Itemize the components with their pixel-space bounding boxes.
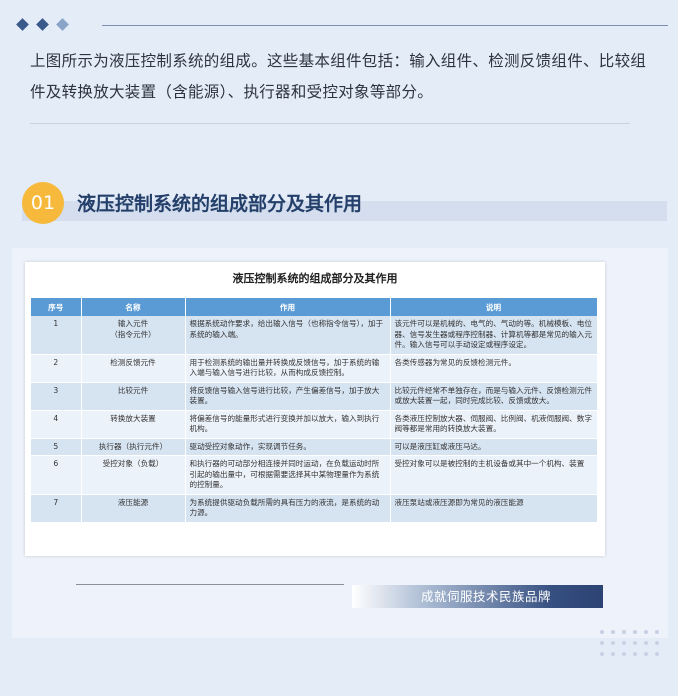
top-decoration xyxy=(16,18,668,34)
dot-icon xyxy=(644,652,648,656)
cell-function: 用于检测系统的输出量并转换成反馈信号，加于系统的输入端与输入信号进行比较，从而构… xyxy=(185,354,391,383)
table-title: 液压控制系统的组成部分及其作用 xyxy=(232,272,398,285)
dot-icon xyxy=(655,630,659,634)
table-row: 5 执行器（执行元件） 驱动受控对象动作，实现调节任务。 可以是液压缸或液压马达。 xyxy=(31,438,598,456)
cell-name: 检测反馈元件 xyxy=(81,354,186,383)
dot-icon xyxy=(644,630,648,634)
cell-function: 将偏差信号的能量形式进行变换并加以放大，输入到执行机构。 xyxy=(185,410,391,439)
cell-note: 该元件可以是机械的、电气的、气动的等。机械模板、电位器、信号发生器或程序控制器、… xyxy=(390,316,598,355)
cell-note: 各类传感器为常见的反馈检测元件。 xyxy=(390,354,598,383)
table-row: 7 液压能源 为系统提供驱动负载所需的具有压力的液流，是系统的动力源。 液压泵站或液压… xyxy=(31,494,598,523)
brand-banner: 成就伺服技术民族品牌 xyxy=(352,585,603,608)
cell-function: 驱动受控对象动作，实现调节任务。 xyxy=(185,438,391,456)
cell-function: 和执行器的可动部分相连接并同时运动，在负载运动时所引起的输出量中，可根据需要选择… xyxy=(185,455,391,495)
dot-icon xyxy=(622,652,626,656)
dot-icon xyxy=(611,630,615,634)
section-title: 液压控制系统的组成部分及其作用 xyxy=(77,193,363,215)
intro-paragraph: 上图所示为液压控制系统的组成。这些基本组件包括：输入组件、检测反馈组件、比较组件… xyxy=(30,52,647,101)
cell-index: 3 xyxy=(31,382,82,411)
dot-icon xyxy=(611,641,615,645)
dot-icon xyxy=(611,652,615,656)
diamond-icon xyxy=(56,18,69,31)
table-row: 3 比较元件 将反馈信号输入信号进行比较，产生偏差信号，加于放大装置。 比较元件经常不… xyxy=(31,382,598,411)
cell-function: 将反馈信号输入信号进行比较，产生偏差信号，加于放大装置。 xyxy=(185,382,391,411)
dot-icon xyxy=(633,630,637,634)
table-header-row: 序号 名称 作用 说明 xyxy=(31,298,598,316)
cell-note: 液压泵站或液压源即为常见的液压能源 xyxy=(390,494,598,523)
cell-name: 转换放大装置 xyxy=(81,410,186,439)
cell-function: 根据系统动作要求，给出输入信号（也称指令信号），加于系统的输入端。 xyxy=(185,316,391,355)
dot-icon xyxy=(622,641,626,645)
dot-icon xyxy=(600,652,604,656)
cell-name: 执行器（执行元件） xyxy=(81,438,186,456)
dot-icon xyxy=(622,630,626,634)
cell-index: 4 xyxy=(31,410,82,439)
table-row: 2 检测反馈元件 用于检测系统的输出量并转换成反馈信号，加于系统的输入端与输入信号进… xyxy=(31,354,598,383)
cell-note: 可以是液压缸或液压马达。 xyxy=(390,438,598,456)
dot-icon xyxy=(600,630,604,634)
components-table: 序号 名称 作用 说明 1 输入元件 （指令元件） 根据系统动作要求，给出输入信号（… xyxy=(31,298,598,523)
top-divider xyxy=(102,25,668,26)
table-row: 6 受控对象（负载） 和执行器的可动部分相连接并同时运动，在负载运动时所引起的输出量… xyxy=(31,455,598,495)
bottom-divider xyxy=(76,584,344,585)
dot-icon xyxy=(633,641,637,645)
cell-index: 7 xyxy=(31,494,82,523)
cell-note: 各类液压控制放大器、伺服阀、比例阀、机液伺服阀、数字阀等都是常用的转换放大装置。 xyxy=(390,410,598,439)
cell-index: 1 xyxy=(31,316,82,355)
cell-index: 6 xyxy=(31,455,82,495)
cell-note: 受控对象可以是被控制的主机设备或其中一个机构、装置 xyxy=(390,455,598,495)
cell-note: 比较元件经常不单独存在，而是与输入元件、反馈检测元件或放大装置一起，同时完成比较… xyxy=(390,382,598,411)
cell-name: 受控对象（负载） xyxy=(81,455,186,495)
intro-divider xyxy=(30,123,630,124)
section-number: 01 xyxy=(22,182,64,224)
cell-function: 为系统提供驱动负载所需的具有压力的液流，是系统的动力源。 xyxy=(185,494,391,523)
diamond-icon xyxy=(16,18,29,31)
table-row: 1 输入元件 （指令元件） 根据系统动作要求，给出输入信号（也称指令信号），加于系统… xyxy=(31,316,598,355)
cell-name: 输入元件 （指令元件） xyxy=(81,316,186,355)
header-function: 作用 xyxy=(185,298,391,316)
dot-icon xyxy=(655,652,659,656)
header-note: 说明 xyxy=(390,298,598,316)
dot-icon xyxy=(600,641,604,645)
table-image: 液压控制系统的组成部分及其作用 序号 名称 作用 说明 1 输入元件 （指令元件）… xyxy=(25,262,605,556)
cell-index: 5 xyxy=(31,438,82,456)
cell-name: 液压能源 xyxy=(81,494,186,523)
dots-decoration xyxy=(600,630,666,662)
dot-icon xyxy=(633,652,637,656)
header-index: 序号 xyxy=(31,298,82,316)
diamond-icon xyxy=(36,18,49,31)
cell-index: 2 xyxy=(31,354,82,383)
cell-name: 比较元件 xyxy=(81,382,186,411)
dot-icon xyxy=(644,641,648,645)
table-row: 4 转换放大装置 将偏差信号的能量形式进行变换并加以放大，输入到执行机构。 各类液压控… xyxy=(31,410,598,439)
header-name: 名称 xyxy=(81,298,186,316)
dot-icon xyxy=(655,641,659,645)
